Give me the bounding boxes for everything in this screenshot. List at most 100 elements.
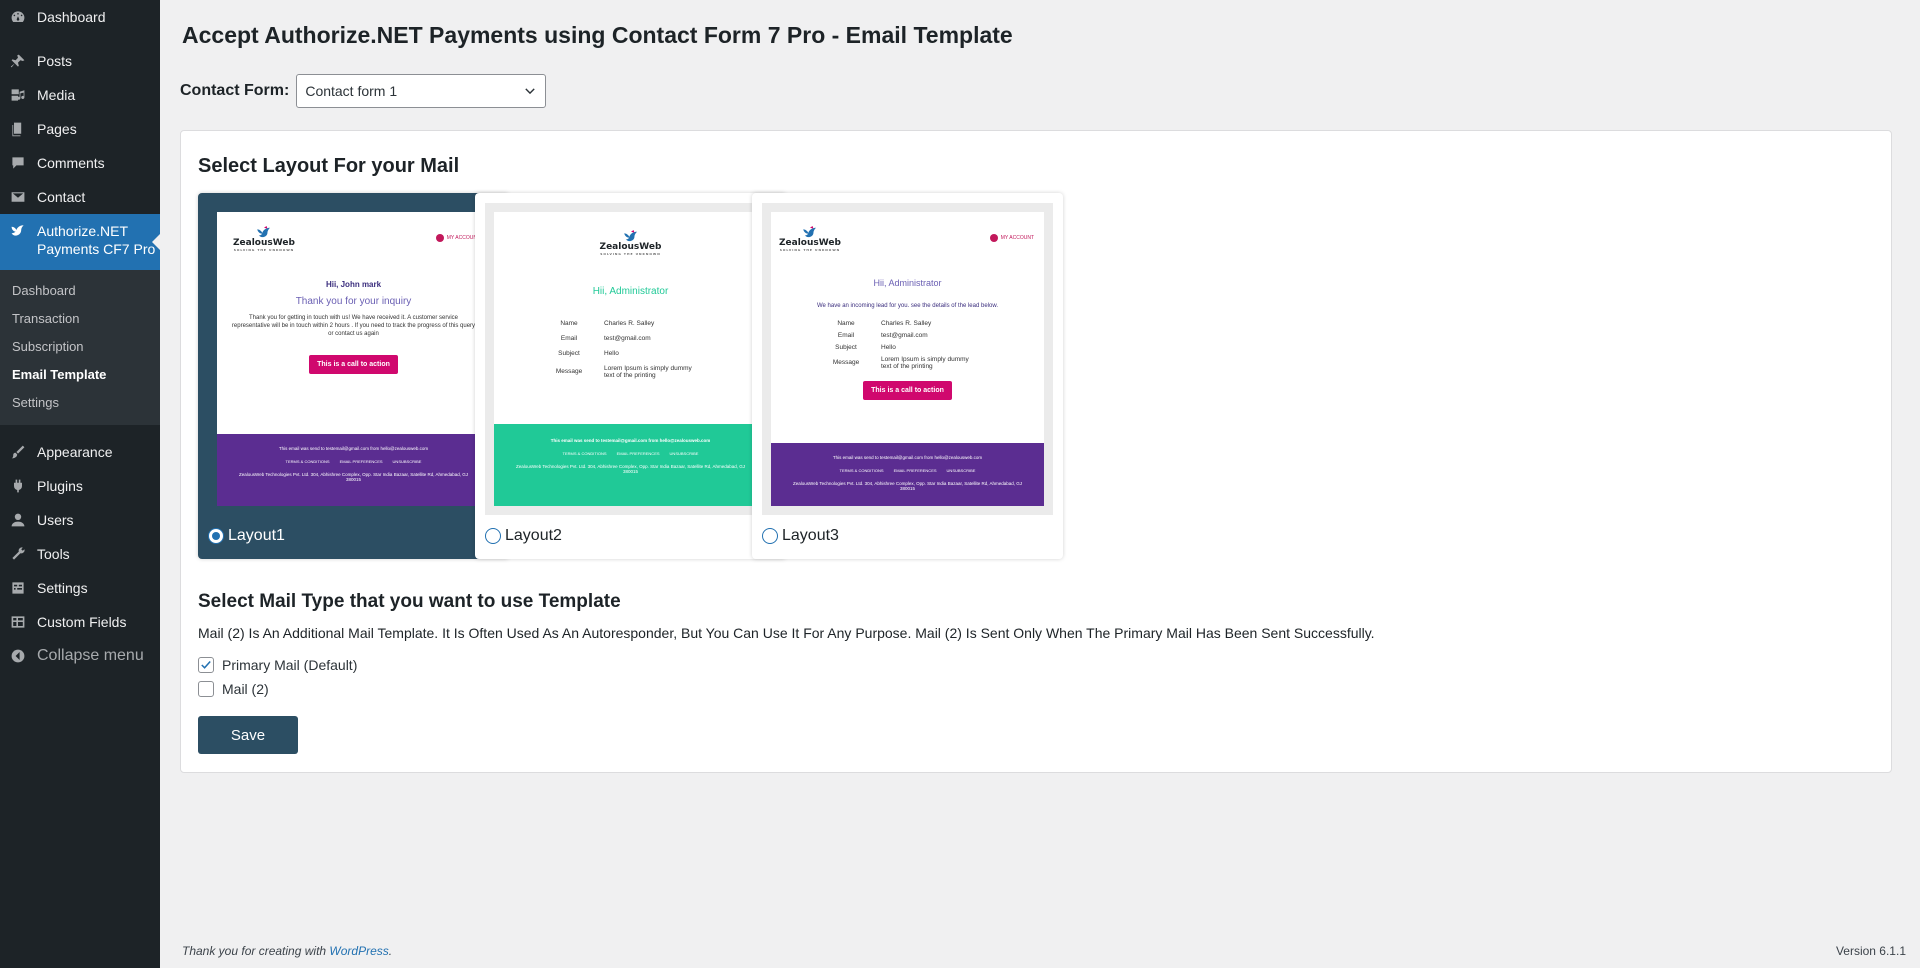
mail2-label: Mail (2) — [222, 681, 269, 697]
preview-subtitle: Thank you for your inquiry — [295, 296, 412, 307]
sidebar-item-users[interactable]: Users — [0, 503, 160, 537]
preview-greeting: Hii, John mark — [325, 280, 382, 289]
layout-card-3[interactable]: ZealousWeb SOLVING THE UNKNOWN MY ACCOUN… — [752, 193, 1063, 559]
primary-mail-checkbox[interactable] — [198, 657, 214, 673]
layout-3-radio-row[interactable]: Layout3 — [762, 527, 839, 545]
sidebar-submenu: Dashboard Transaction Subscription Email… — [0, 270, 160, 425]
sidebar-item-label: Settings — [37, 580, 88, 596]
layout-3-preview: ZealousWeb SOLVING THE UNKNOWN MY ACCOUN… — [762, 203, 1053, 515]
submenu-subscription[interactable]: Subscription — [0, 333, 160, 361]
mail2-checkbox[interactable] — [198, 681, 214, 697]
wordpress-link[interactable]: WordPress — [329, 944, 388, 958]
layout-3-label: Layout3 — [782, 527, 839, 544]
sidebar-item-label: Appearance — [37, 444, 113, 460]
sidebar-item-custom-fields[interactable]: Custom Fields — [0, 605, 160, 639]
layout-1-label: Layout1 — [228, 527, 285, 544]
submenu-settings[interactable]: Settings — [0, 389, 160, 417]
sidebar-item-pages[interactable]: Pages — [0, 112, 160, 146]
layout-3-radio[interactable] — [762, 528, 778, 544]
zealousweb-logo: ZealousWeb SOLVING THE UNKNOWN — [779, 226, 841, 252]
preview-intro: We have an incoming lead for you. see th… — [816, 303, 998, 309]
sidebar-item-media[interactable]: Media — [0, 78, 160, 112]
preview-details: Name Charles R. Salley Email test@gmail.co… — [555, 320, 692, 379]
zealousweb-logo: ZealousWeb SOLVING THE UNKNOWN — [494, 230, 767, 256]
my-account-link: MY ACCOUNT — [435, 234, 480, 242]
sidebar-item-settings[interactable]: Settings — [0, 571, 160, 605]
footer-version: Version 6.1.1 — [1835, 944, 1906, 958]
footer-thanks: Thank you for creating with WordPress. — [182, 944, 393, 958]
mail2-option[interactable]: Mail (2) — [198, 681, 269, 697]
sidebar-item-appearance[interactable]: Appearance — [0, 435, 160, 469]
mail-type-description: Mail (2) Is An Additional Mail Template.… — [198, 625, 1375, 641]
table-icon — [10, 614, 26, 630]
layout-2-label: Layout2 — [505, 527, 562, 544]
brush-icon — [10, 444, 26, 460]
sidebar-item-plugins[interactable]: Plugins — [0, 469, 160, 503]
layout-section-heading: Select Layout For your Mail — [198, 155, 460, 177]
sidebar-item-label: Pages — [37, 121, 77, 137]
sidebar-item-tools[interactable]: Tools — [0, 537, 160, 571]
primary-mail-label: Primary Mail (Default) — [222, 657, 358, 673]
preview-footer: This email was send to testemail@gmail.c… — [217, 434, 490, 506]
sidebar-item-label: Dashboard — [37, 9, 106, 25]
layout-card-2[interactable]: ZealousWeb SOLVING THE UNKNOWN Hii, Admi… — [475, 193, 786, 559]
my-account-link: MY ACCOUNT — [989, 234, 1034, 242]
sidebar-item-label: Comments — [37, 155, 105, 171]
save-button[interactable]: Save — [198, 716, 298, 754]
user-icon — [10, 512, 26, 528]
submenu-dashboard[interactable]: Dashboard — [0, 277, 160, 305]
admin-sidebar: Dashboard Posts Media Pages Comments Con… — [0, 0, 160, 968]
submenu-transaction[interactable]: Transaction — [0, 305, 160, 333]
sidebar-item-label: Tools — [37, 546, 70, 562]
settings-icon — [10, 580, 26, 596]
sidebar-item-label: Plugins — [37, 478, 83, 494]
envelope-icon — [10, 189, 26, 205]
sidebar-item-label: Custom Fields — [37, 614, 127, 630]
contact-form-selected-value: Contact form 1 — [305, 83, 398, 99]
preview-cta: This is a call to action — [309, 355, 398, 374]
plugin-icon — [10, 478, 26, 494]
preview-greeting: Hii, Administrator — [592, 286, 669, 297]
sidebar-item-label: Users — [37, 512, 74, 528]
preview-footer: This email was send to testemail@gmail.c… — [494, 424, 767, 506]
layout-2-radio-row[interactable]: Layout2 — [485, 527, 562, 545]
collapse-menu-label: Collapse menu — [37, 647, 144, 664]
pin-icon — [10, 53, 26, 69]
preview-body: Thank you for getting in touch with us! … — [231, 315, 476, 337]
sidebar-item-label: Media — [37, 87, 76, 103]
layout-1-radio-row[interactable]: Layout1 — [208, 527, 285, 545]
preview-footer: This email was send to testemail@gmail.c… — [771, 443, 1044, 506]
collapse-menu-button[interactable]: Collapse menu — [0, 639, 160, 673]
chevron-down-icon — [525, 88, 536, 95]
layout-2-radio[interactable] — [485, 528, 501, 544]
sidebar-item-contact[interactable]: Contact — [0, 180, 160, 214]
mail-type-heading: Select Mail Type that you want to use Te… — [198, 591, 621, 612]
sidebar-item-label: Contact — [37, 189, 86, 205]
sidebar-item-label: Posts — [37, 53, 73, 69]
preview-cta: This is a call to action — [863, 381, 952, 400]
dashboard-icon — [10, 9, 26, 25]
zealousweb-logo: ZealousWeb SOLVING THE UNKNOWN — [233, 226, 295, 252]
primary-mail-option[interactable]: Primary Mail (Default) — [198, 657, 357, 673]
comment-icon — [10, 155, 26, 171]
sidebar-item-authorize-net[interactable]: Authorize.NET Payments CF7 Pro — [0, 214, 160, 270]
sidebar-item-label: Authorize.NET Payments CF7 Pro — [37, 223, 156, 257]
contact-form-selector: Contact Form: Contact form 1 — [180, 74, 547, 108]
checkmark-icon — [201, 660, 211, 669]
sidebar-item-dashboard[interactable]: Dashboard — [0, 0, 160, 34]
layout-1-preview: ZealousWeb SOLVING THE UNKNOWN MY ACCOUN… — [208, 203, 499, 515]
pages-icon — [10, 121, 26, 137]
layout-1-radio[interactable] — [208, 528, 224, 544]
contact-form-label: Contact Form: — [180, 82, 290, 99]
contact-form-select[interactable]: Contact form 1 — [296, 74, 547, 108]
layout-2-preview: ZealousWeb SOLVING THE UNKNOWN Hii, Admi… — [485, 203, 776, 515]
main-content: Accept Authorize.NET Payments using Cont… — [160, 0, 1920, 968]
sidebar-item-posts[interactable]: Posts — [0, 44, 160, 78]
page-title: Accept Authorize.NET Payments using Cont… — [182, 22, 1013, 48]
media-icon — [10, 87, 26, 103]
submenu-email-template[interactable]: Email Template — [0, 361, 160, 389]
bird-icon — [10, 222, 26, 238]
template-panel: Select Layout For your Mail ZealousWeb S… — [180, 130, 1892, 773]
sidebar-item-comments[interactable]: Comments — [0, 146, 160, 180]
layout-card-1[interactable]: ZealousWeb SOLVING THE UNKNOWN MY ACCOUN… — [198, 193, 509, 559]
